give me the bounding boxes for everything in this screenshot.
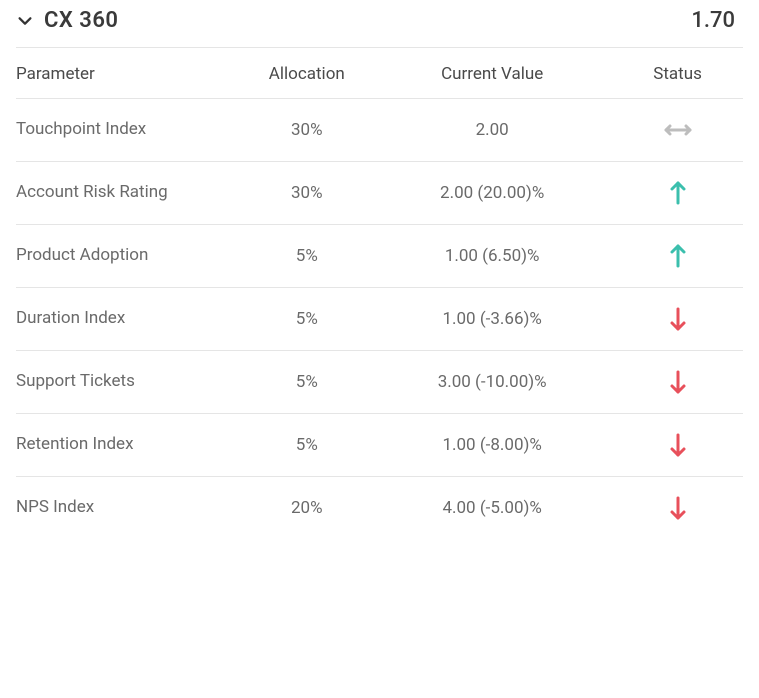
cell-parameter: Retention Index bbox=[16, 432, 241, 458]
cell-allocation: 30% bbox=[241, 120, 372, 140]
cell-parameter: Support Tickets bbox=[16, 369, 241, 395]
panel-header: CX 360 1.70 bbox=[16, 0, 743, 47]
cx360-panel: CX 360 1.70 Parameter Allocation Current… bbox=[0, 0, 759, 539]
panel-score: 1.70 bbox=[691, 8, 743, 33]
cell-parameter: NPS Index bbox=[16, 495, 241, 521]
cell-allocation: 30% bbox=[241, 183, 372, 203]
status-up-icon bbox=[612, 243, 743, 269]
header-left: CX 360 bbox=[16, 8, 119, 33]
status-down-icon bbox=[612, 306, 743, 332]
cell-allocation: 5% bbox=[241, 372, 372, 392]
cell-parameter: Account Risk Rating bbox=[16, 180, 241, 206]
table-row: Touchpoint Index 30% 2.00 bbox=[16, 98, 743, 161]
column-header-parameter: Parameter bbox=[16, 64, 241, 84]
cell-current-value: 1.00 (-3.66)% bbox=[372, 309, 612, 329]
panel-title: CX 360 bbox=[44, 8, 119, 33]
chevron-down-icon[interactable] bbox=[16, 12, 34, 30]
cell-current-value: 2.00 bbox=[372, 120, 612, 140]
table-row: Support Tickets 5% 3.00 (-10.00)% bbox=[16, 350, 743, 413]
cell-current-value: 4.00 (-5.00)% bbox=[372, 498, 612, 518]
table-header-row: Parameter Allocation Current Value Statu… bbox=[16, 48, 743, 98]
table-row: Account Risk Rating 30% 2.00 (20.00)% bbox=[16, 161, 743, 224]
cell-allocation: 5% bbox=[241, 246, 372, 266]
table-row: Retention Index 5% 1.00 (-8.00)% bbox=[16, 413, 743, 476]
status-down-icon bbox=[612, 432, 743, 458]
column-header-current-value: Current Value bbox=[372, 64, 612, 84]
table-row: Duration Index 5% 1.00 (-3.66)% bbox=[16, 287, 743, 350]
cell-allocation: 20% bbox=[241, 498, 372, 518]
cell-allocation: 5% bbox=[241, 309, 372, 329]
status-down-icon bbox=[612, 495, 743, 521]
table-row: NPS Index 20% 4.00 (-5.00)% bbox=[16, 476, 743, 539]
status-down-icon bbox=[612, 369, 743, 395]
table-row: Product Adoption 5% 1.00 (6.50)% bbox=[16, 224, 743, 287]
cell-current-value: 2.00 (20.00)% bbox=[372, 183, 612, 203]
cell-current-value: 3.00 (-10.00)% bbox=[372, 372, 612, 392]
cell-current-value: 1.00 (6.50)% bbox=[372, 246, 612, 266]
cell-allocation: 5% bbox=[241, 435, 372, 455]
column-header-allocation: Allocation bbox=[241, 64, 372, 84]
cell-current-value: 1.00 (-8.00)% bbox=[372, 435, 612, 455]
cell-parameter: Touchpoint Index bbox=[16, 117, 241, 143]
status-flat-icon bbox=[612, 122, 743, 138]
cell-parameter: Duration Index bbox=[16, 306, 241, 332]
column-header-status: Status bbox=[612, 64, 743, 84]
status-up-icon bbox=[612, 180, 743, 206]
cell-parameter: Product Adoption bbox=[16, 243, 241, 269]
